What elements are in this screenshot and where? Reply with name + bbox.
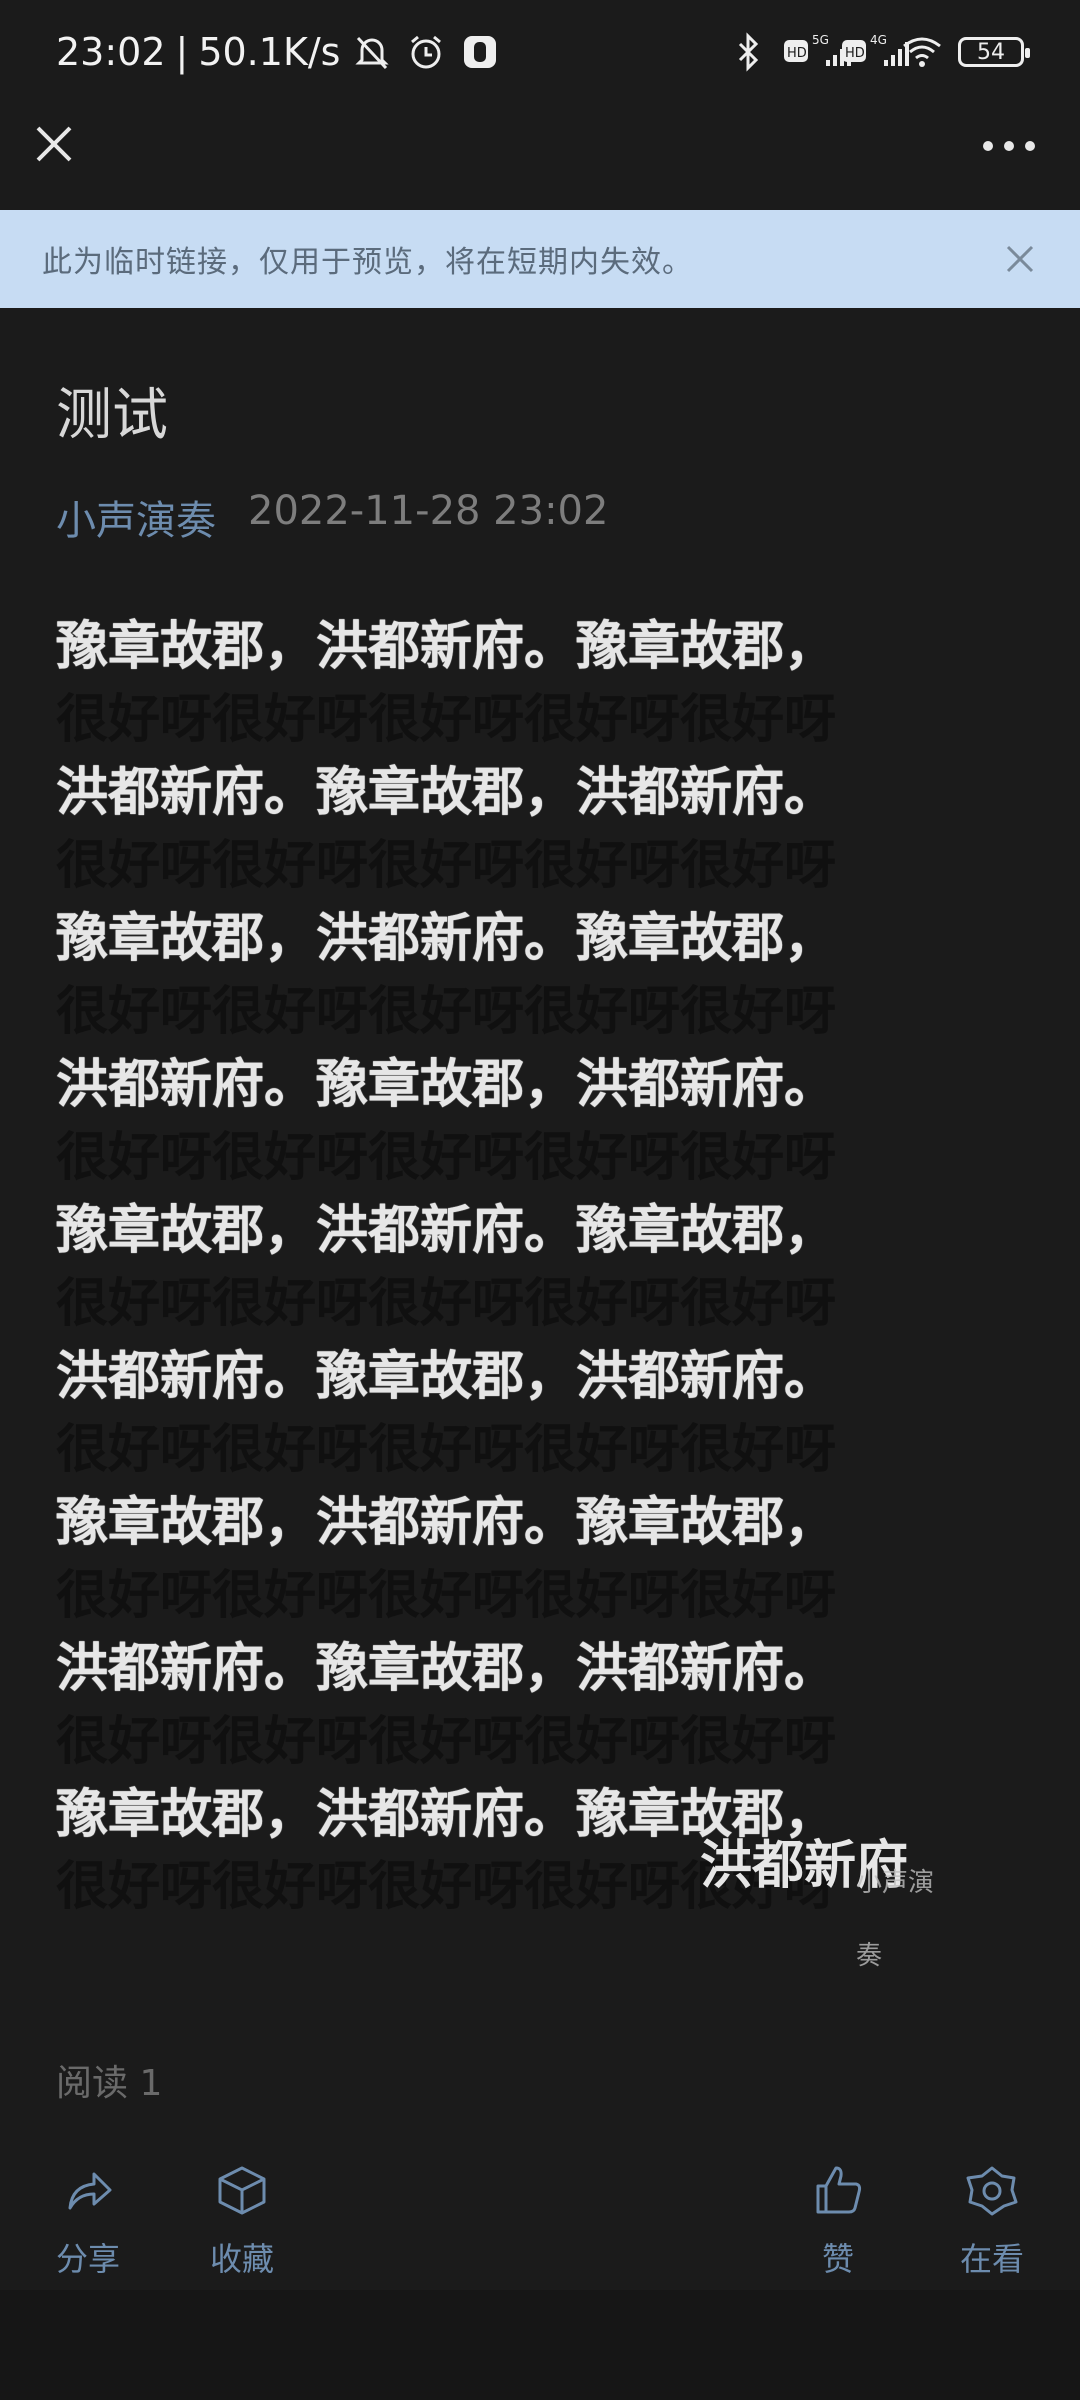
article-line: 洪都新府。豫章故郡，洪都新府。	[56, 1054, 837, 1115]
temporary-link-notice: 此为临时链接，仅用于预览，将在短期内失效。	[0, 210, 1080, 308]
read-count: 阅读 1	[56, 2063, 163, 2104]
battery-level: 54	[977, 39, 1005, 65]
article-line: 很好呀很好呀很好呀很好呀很好呀	[56, 1273, 837, 1334]
image-watermark: 小声演奏	[856, 1868, 935, 1971]
article-last-line: 很好呀很好呀很好呀很好呀很好呀 洪都新府 小声演奏	[56, 1835, 936, 1971]
flower-icon	[966, 2166, 1018, 2216]
network-speed: 50.1K/s	[198, 30, 341, 74]
collect-label: 收藏	[209, 2240, 274, 2278]
bottom-strip	[0, 2290, 1080, 2400]
bluetooth-icon	[726, 30, 770, 74]
more-dots-icon	[983, 141, 1035, 151]
article-line: 很好呀很好呀很好呀很好呀很好呀	[56, 1711, 837, 1772]
hd-4g-signal-icon: HD 4G	[842, 30, 909, 74]
article-title: 测试	[56, 383, 168, 448]
article-line: 豫章故郡，洪都新府。豫章故郡，	[56, 1200, 837, 1261]
more-options-button[interactable]	[974, 124, 1044, 168]
article-line: 很好呀很好呀很好呀很好呀很好呀	[56, 1565, 837, 1626]
svg-text:HD: HD	[787, 46, 807, 61]
watching-button[interactable]: 在看	[932, 2140, 1052, 2280]
cube-icon	[218, 2166, 266, 2215]
thumbs-up-icon	[816, 2166, 862, 2214]
article-line: 洪都新府。豫章故郡，洪都新府。	[56, 1346, 837, 1407]
article-body: 豫章故郡，洪都新府。豫章故郡， 很好呀很好呀很好呀很好呀很好呀 洪都新府。豫章故郡，…	[56, 610, 936, 1971]
action-bar: 分享 收藏 赞 在看	[0, 2140, 1080, 2290]
article-line: 很好呀很好呀很好呀很好呀很好呀	[56, 1419, 837, 1480]
app-notification-icon	[458, 30, 502, 74]
share-button[interactable]: 分享	[28, 2140, 148, 2280]
article-line: 很好呀很好呀很好呀很好呀很好呀	[56, 981, 837, 1042]
alarm-icon	[404, 30, 448, 74]
article-line: 豫章故郡，洪都新府。豫章故郡，	[56, 616, 837, 677]
article-line: 很好呀很好呀很好呀很好呀很好呀	[56, 689, 837, 750]
status-right: HD 5G HD 4G 54	[726, 28, 1030, 76]
svg-text:5G: 5G	[812, 33, 829, 47]
article-line: 洪都新府。豫章故郡，洪都新府。	[56, 762, 837, 823]
hd-5g-signal-icon: HD 5G	[784, 30, 851, 74]
notice-close-button[interactable]	[1000, 239, 1040, 279]
article-line: 豫章故郡，洪都新府。豫章故郡，	[56, 908, 837, 969]
close-icon	[36, 126, 72, 162]
watching-label: 在看	[959, 2240, 1024, 2278]
collect-button[interactable]: 收藏	[182, 2140, 302, 2280]
top-bar	[0, 104, 1080, 210]
status-bar: 23:02 | 50.1K/s HD 5G HD 4G 54	[0, 0, 1080, 104]
battery-icon: 54	[958, 37, 1030, 67]
article-line: 豫章故郡，洪都新府。豫章故郡，	[56, 1492, 837, 1553]
publish-date: 2022-11-28 23:02	[248, 488, 609, 534]
article-line: 很好呀很好呀很好呀很好呀很好呀	[56, 1127, 837, 1188]
close-icon	[1006, 245, 1034, 273]
like-label: 赞	[821, 2240, 854, 2278]
wifi-icon	[900, 30, 944, 74]
article-line: 洪都新府。豫章故郡，洪都新府。	[56, 1638, 837, 1699]
svg-text:4G: 4G	[870, 33, 887, 47]
close-button[interactable]	[30, 120, 78, 168]
article-lines: 豫章故郡，洪都新府。豫章故郡， 很好呀很好呀很好呀很好呀很好呀 洪都新府。豫章故郡，…	[56, 610, 936, 1851]
status-left: 23:02 | 50.1K/s	[56, 28, 502, 76]
status-separator: |	[175, 30, 189, 74]
article-line: 很好呀很好呀很好呀很好呀很好呀	[56, 835, 837, 896]
svg-text:HD: HD	[845, 46, 865, 61]
article-meta: 小声演奏 2022-11-28 23:02	[56, 488, 608, 546]
share-icon	[68, 2172, 112, 2210]
mute-bell-icon	[350, 30, 394, 74]
author-link[interactable]: 小声演奏	[56, 488, 216, 546]
share-label: 分享	[55, 2240, 120, 2278]
status-time: 23:02	[56, 30, 166, 74]
like-button[interactable]: 赞	[778, 2140, 898, 2280]
notice-text: 此为临时链接，仅用于预览，将在短期内失效。	[42, 245, 693, 280]
